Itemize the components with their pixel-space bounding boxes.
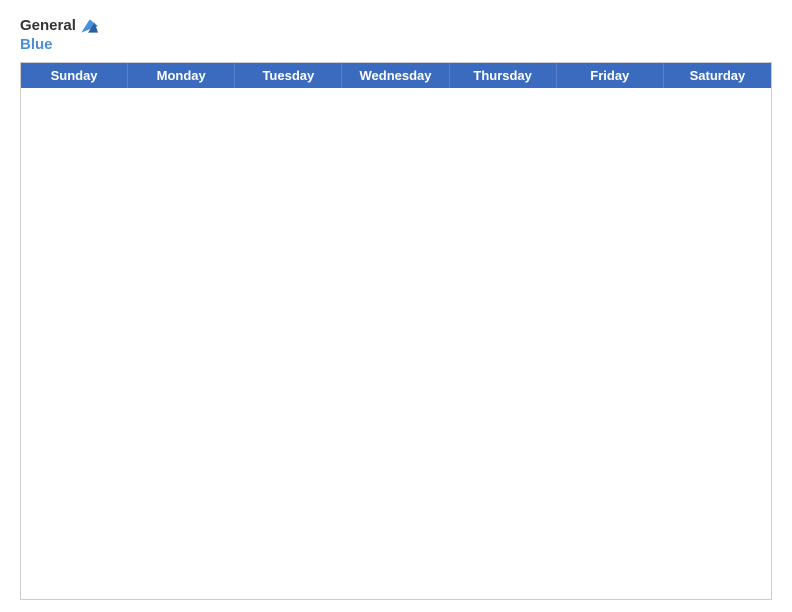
weekday-header-wednesday: Wednesday [342,63,449,88]
logo-icon [78,16,98,36]
weekday-header-saturday: Saturday [664,63,771,88]
calendar-header-row: SundayMondayTuesdayWednesdayThursdayFrid… [21,63,771,88]
calendar-body [21,88,771,599]
weekday-header-sunday: Sunday [21,63,128,88]
weekday-header-tuesday: Tuesday [235,63,342,88]
calendar: SundayMondayTuesdayWednesdayThursdayFrid… [20,62,772,600]
weekday-header-friday: Friday [557,63,664,88]
weekday-header-thursday: Thursday [450,63,557,88]
logo-text-general: General [20,18,76,35]
logo-text-blue: Blue [20,36,53,53]
logo: General Blue [20,16,98,54]
weekday-header-monday: Monday [128,63,235,88]
